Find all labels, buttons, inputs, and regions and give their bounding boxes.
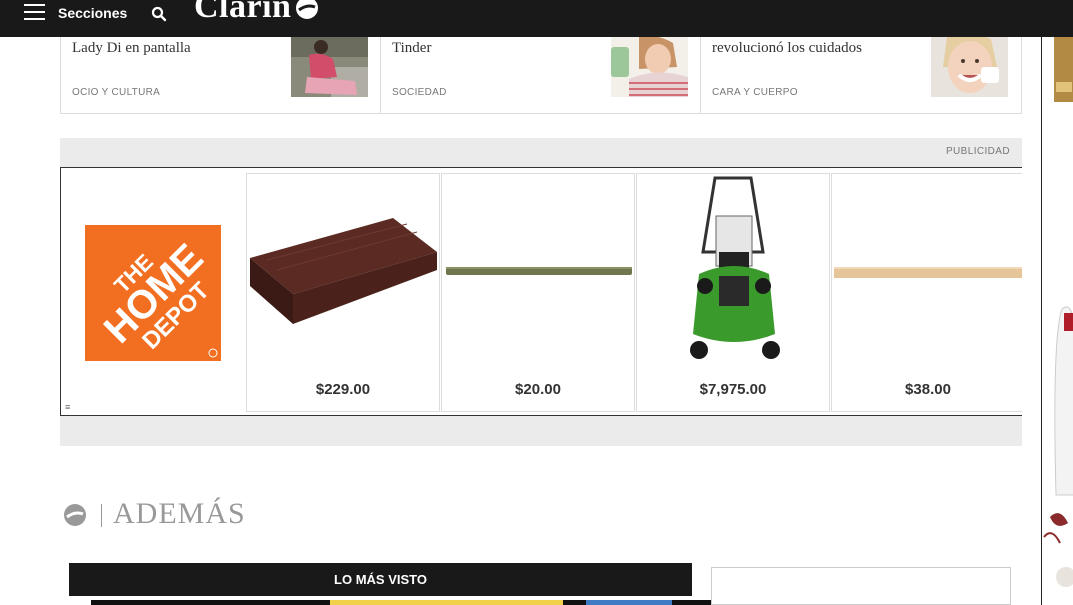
right-rail-ad[interactable] [1041, 37, 1073, 605]
ad-options-icon[interactable]: ≡ [65, 402, 70, 412]
secciones-menu-link[interactable]: Secciones [58, 5, 127, 21]
product-price: $7,975.00 [699, 381, 767, 398]
most-viewed-header[interactable]: LO MÁS VISTO [69, 563, 692, 596]
home-depot-logo[interactable]: THE HOME DEPOT [85, 225, 221, 361]
article-category[interactable]: CARA Y CUERPO [712, 87, 798, 98]
article-card[interactable]: Lady Di en pantalla OCIO Y CULTURA [61, 37, 381, 113]
product-price: $38.00 [905, 381, 951, 398]
article-card[interactable]: revolucionó los cuidados CARA Y CUERPO [701, 37, 1021, 113]
article-card[interactable]: Tinder SOCIEDAD [381, 37, 701, 113]
product-tile[interactable]: $20.00 [441, 173, 635, 412]
article-title[interactable]: Tinder [392, 40, 431, 57]
section-divider [101, 504, 102, 527]
product-tile[interactable]: $229.00 [246, 173, 440, 412]
section-title: ADEMÁS [113, 497, 246, 530]
article-thumbnail[interactable] [611, 37, 688, 97]
advertising-bar: PUBLICIDAD [60, 138, 1022, 167]
media-strip-yellow [330, 600, 563, 605]
article-thumbnail[interactable] [931, 37, 1008, 97]
sidebar-box [711, 567, 1011, 605]
article-category[interactable]: SOCIEDAD [392, 87, 447, 98]
search-icon[interactable] [151, 6, 167, 22]
ademas-icon [64, 504, 86, 526]
product-price: $20.00 [515, 381, 561, 398]
media-strip-blue [586, 600, 672, 605]
wood-board-image [834, 267, 1022, 278]
article-category[interactable]: OCIO Y CULTURA [72, 87, 160, 98]
menu-icon[interactable] [24, 4, 45, 20]
related-articles-row: Lady Di en pantalla OCIO Y CULTURA Tinde… [60, 37, 1022, 114]
home-depot-ad-banner[interactable]: THE HOME DEPOT ≡ $229.00 $20.00 $7,975.0… [60, 167, 1022, 416]
clarin-logo[interactable]: Clarín [194, 0, 291, 26]
product-tile[interactable]: $7,975.00 [636, 173, 830, 412]
wood-shelf-image [250, 218, 437, 324]
article-thumbnail[interactable] [291, 37, 368, 97]
product-price: $229.00 [315, 381, 371, 398]
product-tile[interactable]: $38.00 [831, 173, 1022, 412]
article-title[interactable]: revolucionó los cuidados [712, 40, 862, 57]
lawn-mower-image [690, 176, 780, 359]
most-viewed-label: LO MÁS VISTO [334, 572, 427, 587]
green-rod-image [446, 267, 632, 275]
right-rail-ad-image [1043, 37, 1073, 587]
article-title[interactable]: Lady Di en pantalla [72, 40, 191, 57]
advertising-label: PUBLICIDAD [945, 146, 1010, 157]
clarin-logo-icon [296, 0, 318, 19]
ad-bottom-bar [60, 416, 1022, 446]
top-navbar: Secciones Clarín [0, 0, 1073, 37]
